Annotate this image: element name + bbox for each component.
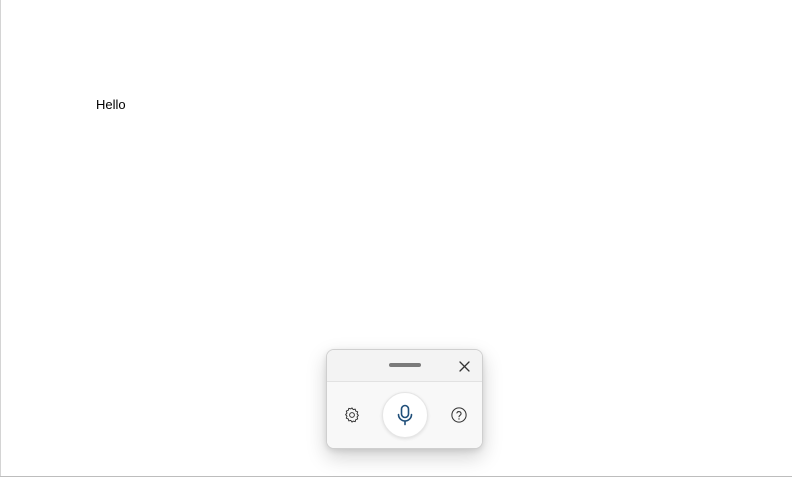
settings-button[interactable] [338,401,366,429]
document-left-border [0,0,1,476]
document-bottom-border [0,476,792,477]
voice-typing-panel [326,349,483,449]
help-button[interactable] [445,401,473,429]
voice-panel-titlebar[interactable] [327,350,482,382]
drag-handle-icon[interactable] [389,363,421,367]
microphone-icon [397,404,413,426]
document-canvas: Hello [0,0,792,478]
close-icon [458,360,470,372]
document-text[interactable]: Hello [96,96,126,114]
microphone-button[interactable] [382,392,428,438]
close-button[interactable] [454,356,474,376]
voice-panel-body [327,382,482,448]
gear-icon [345,407,359,423]
help-icon [451,407,467,423]
